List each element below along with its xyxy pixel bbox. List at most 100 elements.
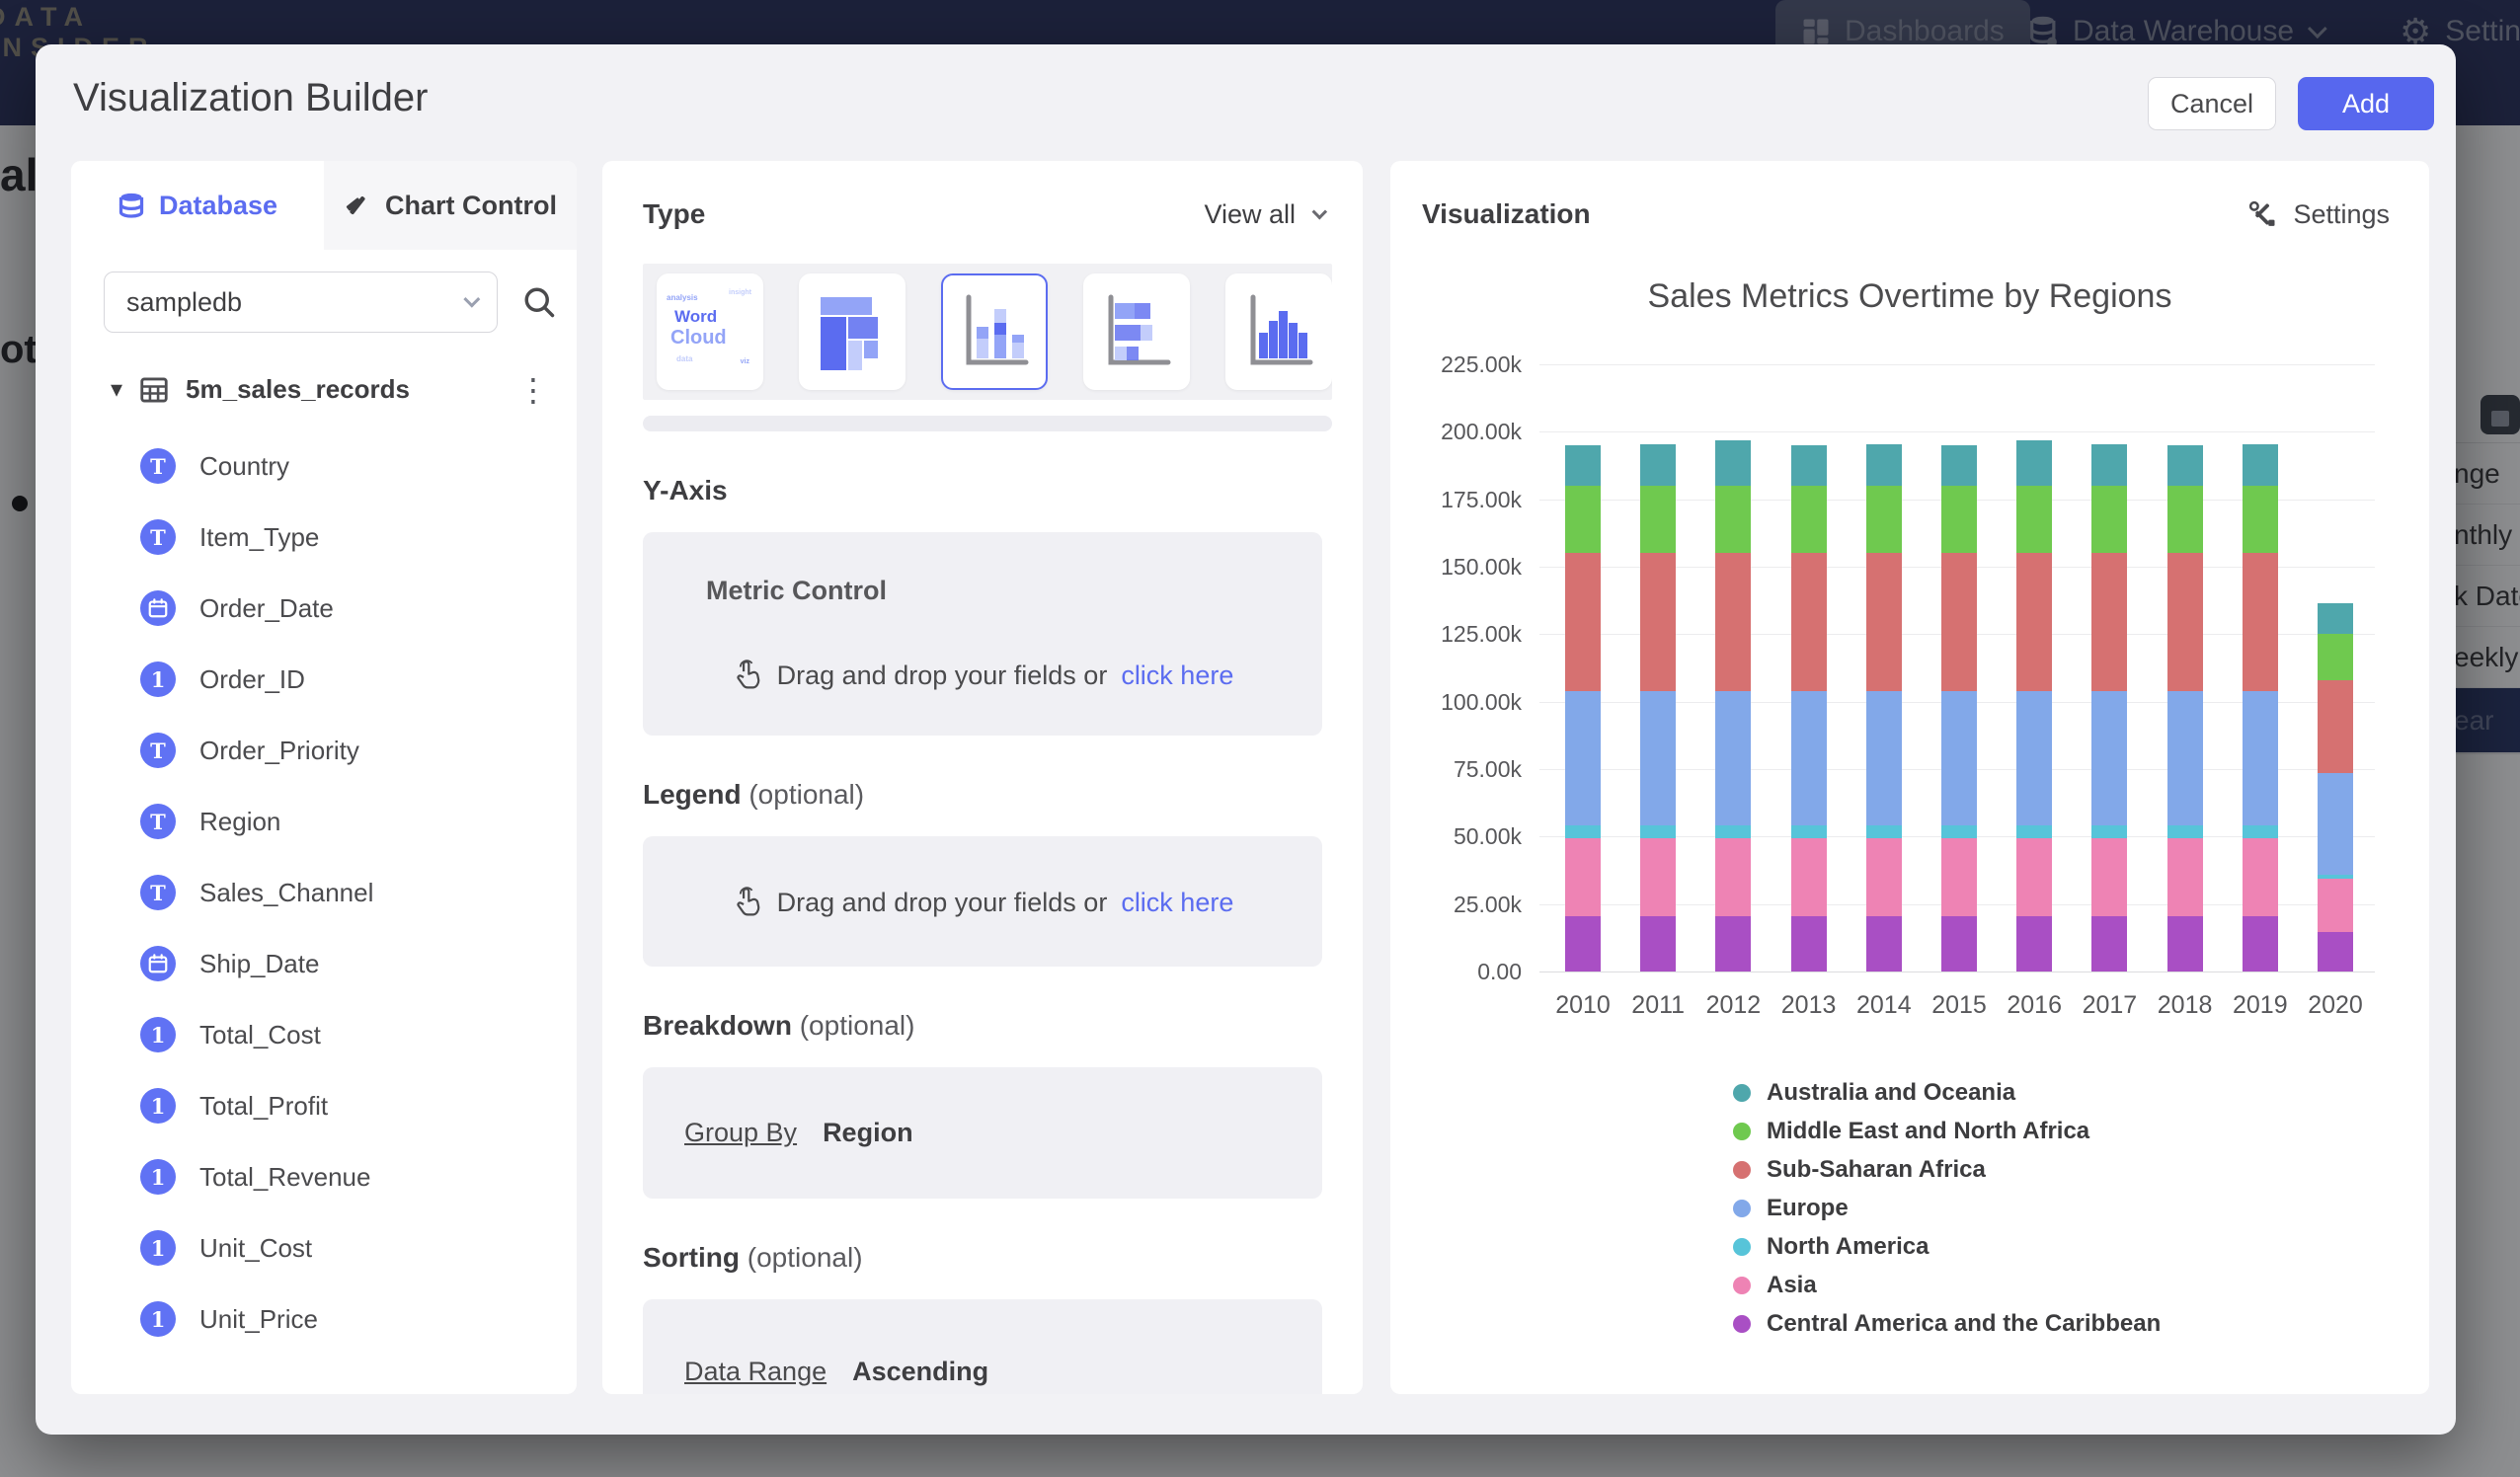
field-item-country[interactable]: TCountry <box>71 430 577 502</box>
bar-segment[interactable] <box>2318 680 2353 773</box>
field-item-unit_cost[interactable]: 1Unit_Cost <box>71 1212 577 1283</box>
bar-segment[interactable] <box>2318 603 2353 634</box>
bar-2020[interactable] <box>2318 603 2353 972</box>
chart-type-stacked-column[interactable] <box>941 273 1048 390</box>
bar-segment[interactable] <box>2318 773 2353 875</box>
bar-2011[interactable] <box>1640 444 1676 972</box>
bar-segment[interactable] <box>2318 932 2353 972</box>
sort-direction-value[interactable]: Ascending <box>852 1357 988 1387</box>
bar-segment[interactable] <box>2243 553 2278 690</box>
group-by-label[interactable]: Group By <box>684 1118 797 1148</box>
horizontal-scrollbar[interactable] <box>643 416 1332 431</box>
bar-segment[interactable] <box>2091 444 2127 486</box>
bar-segment[interactable] <box>1640 553 1676 690</box>
bar-segment[interactable] <box>1565 553 1601 690</box>
bar-segment[interactable] <box>2243 486 2278 553</box>
bar-segment[interactable] <box>2091 825 2127 837</box>
caret-down-icon[interactable]: ▾ <box>111 375 122 404</box>
bar-segment[interactable] <box>1941 916 1977 972</box>
bar-segment[interactable] <box>1866 838 1902 916</box>
bar-segment[interactable] <box>1791 916 1827 972</box>
bar-segment[interactable] <box>2091 691 2127 826</box>
bar-segment[interactable] <box>1791 838 1827 916</box>
bar-segment[interactable] <box>2016 838 2052 916</box>
view-all-button[interactable]: View all <box>1204 199 1322 230</box>
bar-segment[interactable] <box>1565 825 1601 837</box>
bar-segment[interactable] <box>1565 691 1601 826</box>
legend-item[interactable]: Australia and Oceania <box>1733 1073 2161 1112</box>
field-item-total_revenue[interactable]: 1Total_Revenue <box>71 1141 577 1212</box>
bar-segment[interactable] <box>2243 444 2278 486</box>
bar-segment[interactable] <box>2167 838 2203 916</box>
bar-segment[interactable] <box>1640 486 1676 553</box>
legend-dropzone[interactable]: Drag and drop your fields or click here <box>643 836 1322 967</box>
bar-segment[interactable] <box>1715 486 1751 553</box>
database-select[interactable]: sampledb <box>104 272 498 333</box>
bar-segment[interactable] <box>1866 825 1902 837</box>
bar-segment[interactable] <box>1866 916 1902 972</box>
bar-segment[interactable] <box>1866 553 1902 690</box>
legend-item[interactable]: Central America and the Caribbean <box>1733 1304 2161 1343</box>
bar-segment[interactable] <box>2167 445 2203 486</box>
bar-segment[interactable] <box>1640 691 1676 826</box>
bar-2012[interactable] <box>1715 440 1751 972</box>
bar-2019[interactable] <box>2243 444 2278 972</box>
bar-segment[interactable] <box>2091 916 2127 972</box>
bar-2017[interactable] <box>2091 444 2127 972</box>
bar-2010[interactable] <box>1565 445 1601 972</box>
bar-segment[interactable] <box>1640 444 1676 486</box>
bar-2015[interactable] <box>1941 445 1977 972</box>
chart-type-stacked-bar[interactable] <box>1083 273 1190 390</box>
bar-segment[interactable] <box>2167 916 2203 972</box>
field-item-item_type[interactable]: TItem_Type <box>71 502 577 573</box>
bar-segment[interactable] <box>2243 825 2278 837</box>
bar-2016[interactable] <box>2016 440 2052 972</box>
bar-segment[interactable] <box>2167 691 2203 826</box>
bar-segment[interactable] <box>1941 825 1977 837</box>
bar-segment[interactable] <box>1565 838 1601 916</box>
field-item-unit_price[interactable]: 1Unit_Price <box>71 1283 577 1355</box>
bar-segment[interactable] <box>2167 553 2203 690</box>
bar-2013[interactable] <box>1791 445 1827 972</box>
search-icon[interactable] <box>521 284 557 320</box>
add-button[interactable]: Add <box>2298 77 2434 130</box>
field-item-total_cost[interactable]: 1Total_Cost <box>71 999 577 1070</box>
bar-segment[interactable] <box>1715 825 1751 837</box>
bar-segment[interactable] <box>1715 440 1751 486</box>
bar-segment[interactable] <box>1791 691 1827 826</box>
bar-2014[interactable] <box>1866 444 1902 972</box>
bar-segment[interactable] <box>2318 879 2353 933</box>
field-item-order_priority[interactable]: TOrder_Priority <box>71 715 577 786</box>
field-item-region[interactable]: TRegion <box>71 786 577 857</box>
bar-segment[interactable] <box>2016 553 2052 690</box>
bar-segment[interactable] <box>1941 445 1977 486</box>
bar-segment[interactable] <box>2091 486 2127 553</box>
bar-segment[interactable] <box>1791 486 1827 553</box>
bar-segment[interactable] <box>2016 440 2052 486</box>
field-item-ship_date[interactable]: Ship_Date <box>71 928 577 999</box>
bar-segment[interactable] <box>1640 916 1676 972</box>
bar-segment[interactable] <box>2016 825 2052 837</box>
bar-segment[interactable] <box>1941 553 1977 690</box>
bar-segment[interactable] <box>1866 486 1902 553</box>
kebab-menu-icon[interactable]: ⋮ <box>517 380 549 400</box>
click-here-link[interactable]: click here <box>1121 888 1233 918</box>
sorting-row[interactable]: Data Range Ascending <box>643 1299 1322 1394</box>
bar-segment[interactable] <box>2167 486 2203 553</box>
bar-segment[interactable] <box>1791 553 1827 690</box>
legend-item[interactable]: North America <box>1733 1227 2161 1266</box>
field-item-total_profit[interactable]: 1Total_Profit <box>71 1070 577 1141</box>
field-item-order_date[interactable]: Order_Date <box>71 573 577 644</box>
bar-segment[interactable] <box>2016 486 2052 553</box>
bar-segment[interactable] <box>2243 916 2278 972</box>
field-item-order_id[interactable]: 1Order_ID <box>71 644 577 715</box>
bar-segment[interactable] <box>2167 825 2203 837</box>
table-tree-row[interactable]: ▾ 5m_sales_records ⋮ <box>111 374 549 405</box>
bar-segment[interactable] <box>1715 838 1751 916</box>
breakdown-groupby-row[interactable]: Group By Region <box>643 1067 1322 1199</box>
bar-segment[interactable] <box>1791 825 1827 837</box>
sort-field-label[interactable]: Data Range <box>684 1357 827 1387</box>
tab-chart-control[interactable]: Chart Control <box>324 161 577 250</box>
bar-segment[interactable] <box>1791 445 1827 486</box>
group-by-value[interactable]: Region <box>823 1118 913 1148</box>
